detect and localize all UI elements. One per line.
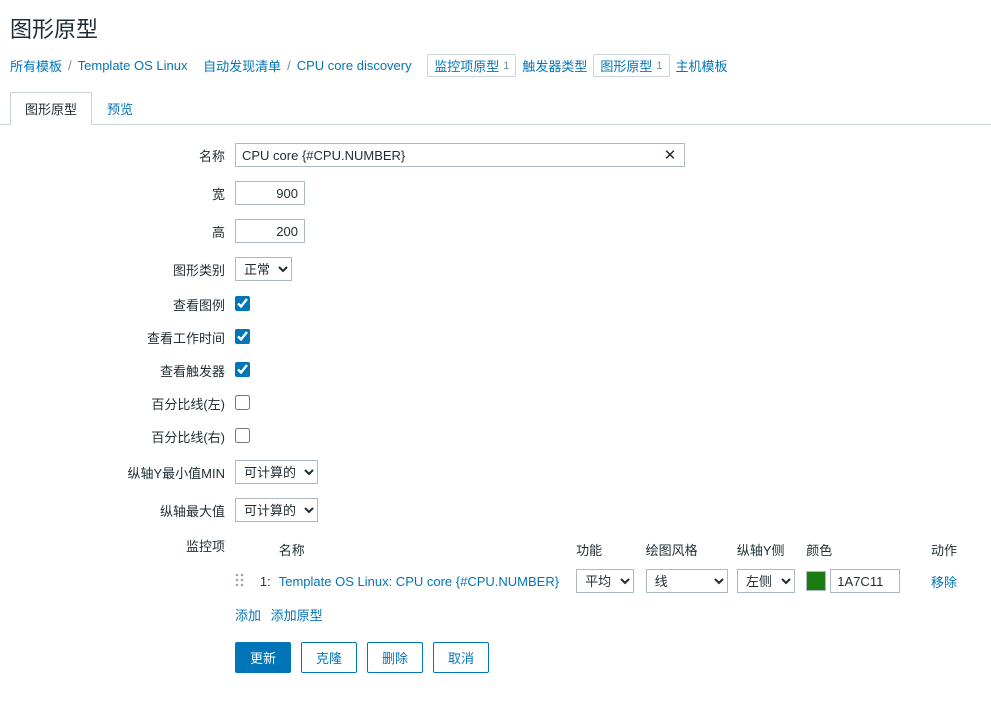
clear-icon[interactable]: ✕ — [661, 146, 679, 164]
add-link[interactable]: 添加 — [235, 608, 261, 623]
breadcrumb-sep: / — [287, 58, 291, 73]
label-graph-type: 图形类别 — [10, 260, 235, 279]
tab-preview[interactable]: 预览 — [92, 92, 148, 125]
label-percent-right: 百分比线(右) — [10, 427, 235, 446]
item-draw-style-select[interactable]: 线 — [646, 569, 728, 593]
items-header-row: 名称 功能 绘图风格 纵轴Y侧 颜色 动作 — [235, 536, 965, 567]
label-name: 名称 — [10, 146, 235, 165]
clone-button[interactable]: 克隆 — [301, 642, 357, 673]
label-yaxis-max: 纵轴最大值 — [10, 501, 235, 520]
yaxis-min-select[interactable]: 可计算的 — [235, 460, 318, 484]
item-name-link[interactable]: Template OS Linux: CPU core {#CPU.NUMBER… — [279, 574, 559, 589]
label-width: 宽 — [10, 184, 235, 203]
items-header-name: 名称 — [279, 540, 576, 559]
label-height: 高 — [10, 222, 235, 241]
page-title: 图形原型 — [0, 0, 991, 54]
label-percent-left: 百分比线(左) — [10, 394, 235, 413]
tab-graph-proto[interactable]: 图形原型 — [10, 92, 92, 125]
color-swatch[interactable] — [806, 571, 826, 591]
table-row: 1: Template OS Linux: CPU core {#CPU.NUM… — [235, 567, 965, 601]
label-yaxis-min: 纵轴Y最小值MIN — [10, 463, 235, 482]
color-input[interactable] — [830, 569, 900, 593]
width-input[interactable] — [235, 181, 305, 205]
item-function-select[interactable]: 平均 — [576, 569, 634, 593]
show-working-time-checkbox[interactable] — [235, 329, 250, 344]
label-show-working-time: 查看工作时间 — [10, 328, 235, 347]
percent-right-checkbox[interactable] — [235, 428, 250, 443]
cancel-button[interactable]: 取消 — [433, 642, 489, 673]
breadcrumb-trigger-type[interactable]: 触发器类型 — [522, 56, 587, 75]
breadcrumb: 所有模板 / Template OS Linux 自动发现清单 / CPU co… — [0, 54, 991, 91]
delete-button[interactable]: 删除 — [367, 642, 423, 673]
breadcrumb-host-templates[interactable]: 主机模板 — [676, 56, 728, 75]
form: 名称 ✕ 宽 高 图形类别 正常 查看图例 查看工作时间 — [0, 125, 991, 705]
name-input[interactable] — [235, 143, 685, 167]
add-proto-link[interactable]: 添加原型 — [271, 608, 323, 623]
items-links: 添加 添加原型 — [235, 601, 965, 624]
show-legend-checkbox[interactable] — [235, 296, 250, 311]
breadcrumb-all-templates[interactable]: 所有模板 — [10, 56, 62, 75]
items-header-action: 动作 — [925, 540, 965, 559]
items-table: 名称 功能 绘图风格 纵轴Y侧 颜色 动作 1: Template OS Lin… — [235, 536, 965, 624]
label-items: 监控项 — [10, 536, 235, 555]
item-yaxis-select[interactable]: 左侧 — [737, 569, 795, 593]
graph-type-select[interactable]: 正常 — [235, 257, 292, 281]
height-input[interactable] — [235, 219, 305, 243]
item-index: 1: — [257, 574, 279, 589]
percent-left-checkbox[interactable] — [235, 395, 250, 410]
breadcrumb-sep: / — [68, 58, 72, 73]
label-show-triggers: 查看触发器 — [10, 361, 235, 380]
items-header-yaxis: 纵轴Y侧 — [737, 540, 806, 559]
drag-handle-icon[interactable] — [235, 573, 247, 587]
breadcrumb-discovery-list[interactable]: 自动发现清单 — [203, 56, 281, 75]
items-header-draw-style: 绘图风格 — [646, 540, 737, 559]
breadcrumb-discovery-rule[interactable]: CPU core discovery — [297, 58, 412, 73]
items-header-color: 颜色 — [806, 540, 925, 559]
yaxis-max-select[interactable]: 可计算的 — [235, 498, 318, 522]
update-button[interactable]: 更新 — [235, 642, 291, 673]
remove-link[interactable]: 移除 — [931, 575, 957, 590]
show-triggers-checkbox[interactable] — [235, 362, 250, 377]
tabs: 图形原型 预览 — [0, 91, 991, 125]
items-header-function: 功能 — [576, 540, 645, 559]
label-show-legend: 查看图例 — [10, 295, 235, 314]
breadcrumb-graph-proto[interactable]: 图形原型 1 — [593, 54, 669, 77]
breadcrumb-item-proto[interactable]: 监控项原型 1 — [427, 54, 516, 77]
breadcrumb-template[interactable]: Template OS Linux — [78, 58, 188, 73]
button-row: 更新 克隆 删除 取消 — [235, 642, 981, 673]
